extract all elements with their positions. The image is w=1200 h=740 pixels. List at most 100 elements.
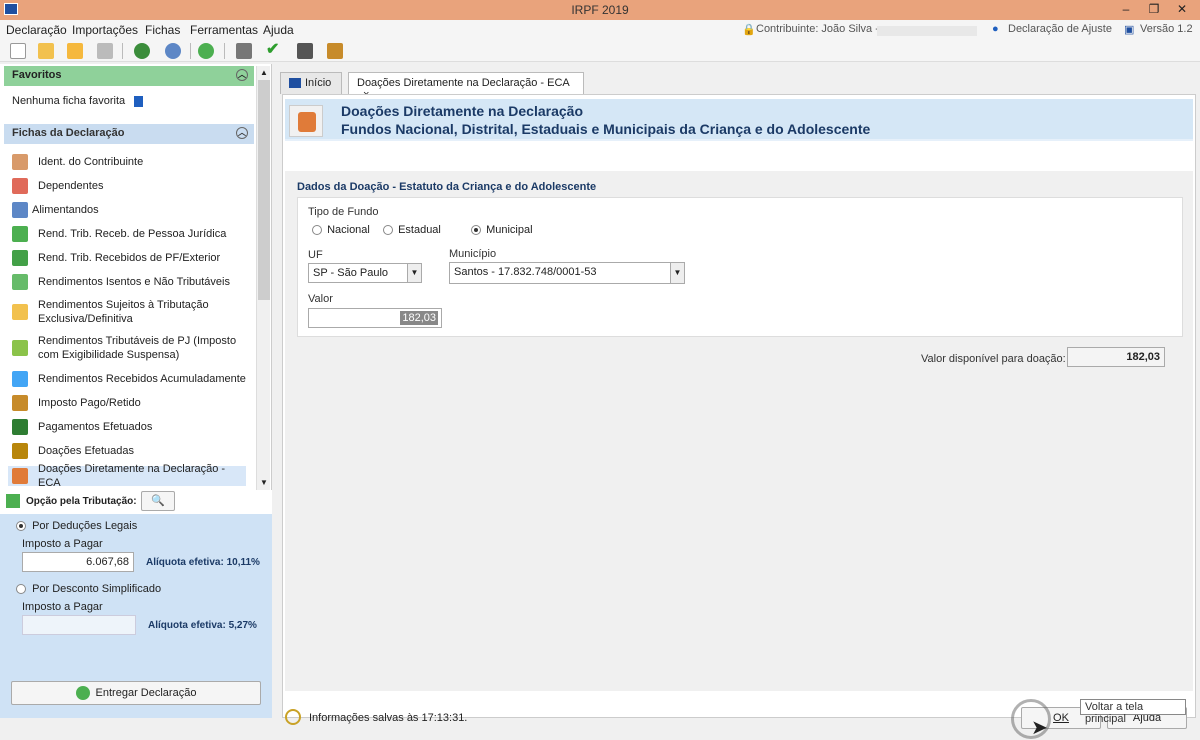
lock-icon: 🔒 bbox=[742, 24, 756, 36]
income-pj-icon bbox=[12, 226, 28, 242]
imposto-pagar-simplificado bbox=[22, 615, 136, 635]
menu-ajuda[interactable]: Ajuda bbox=[263, 23, 294, 37]
deducoes-option[interactable]: Por Deduções Legais bbox=[16, 520, 137, 532]
valor-disponivel-value: 182,03 bbox=[1067, 347, 1165, 367]
scroll-down-icon[interactable]: ▼ bbox=[257, 476, 271, 490]
transmit-icon[interactable] bbox=[165, 43, 181, 59]
deducoes-radio[interactable] bbox=[16, 521, 26, 532]
sidebar-item-rend-acumulado[interactable]: Rendimentos Recebidos Acumuladamente bbox=[12, 371, 252, 387]
imposto-pagar-deducoes: 6.067,68 bbox=[22, 552, 134, 572]
sidebar-item-rend-isentos[interactable]: Rendimentos Isentos e Não Tributáveis bbox=[12, 274, 252, 290]
deducoes-label: Por Deduções Legais bbox=[32, 520, 138, 532]
new-file-icon[interactable] bbox=[10, 43, 26, 59]
scroll-up-icon[interactable]: ▲ bbox=[257, 66, 271, 80]
declaracao-tipo[interactable]: Declaração de Ajuste bbox=[1008, 23, 1112, 35]
eca-donation-icon bbox=[12, 468, 28, 484]
warning-doc-icon bbox=[12, 304, 28, 320]
fichas-title: Fichas da Declaração bbox=[12, 127, 125, 139]
entregar-label: Entregar Declaração bbox=[95, 687, 197, 699]
menu-ferramentas[interactable]: Ferramentas bbox=[190, 23, 258, 37]
receita-icon[interactable] bbox=[134, 43, 150, 59]
contribuinte-label: Contribuinte: João Silva - bbox=[756, 23, 879, 35]
simplificado-label: Por Desconto Simplificado bbox=[32, 583, 162, 595]
sidebar-item-pagamentos[interactable]: Pagamentos Efetuados bbox=[12, 419, 252, 435]
option-nacional[interactable]: Nacional bbox=[312, 224, 370, 236]
sidebar-item-rend-pj[interactable]: Rend. Trib. Receb. de Pessoa Jurídica bbox=[12, 226, 252, 242]
open-folder-icon[interactable] bbox=[38, 43, 54, 59]
option-estadual[interactable]: Estadual bbox=[383, 224, 441, 236]
nacional-radio[interactable] bbox=[312, 225, 322, 236]
sidebar-item-label: Doações Efetuadas bbox=[38, 445, 135, 457]
chevron-down-icon[interactable]: ▼ bbox=[670, 263, 684, 283]
fichas-header[interactable]: Fichas da Declaração ︿ bbox=[4, 124, 254, 144]
favoritos-title: Favoritos bbox=[12, 69, 62, 81]
menu-bar: Declaração Importações Fichas Ferramenta… bbox=[0, 20, 1200, 40]
menu-fichas[interactable]: Fichas bbox=[145, 23, 180, 37]
sidebar-item-alimentandos[interactable]: Alimentandos bbox=[12, 202, 252, 218]
maximize-button[interactable]: ❐ bbox=[1140, 0, 1168, 20]
sidebar-item-label: Pagamentos Efetuados bbox=[38, 421, 153, 433]
sidebar-item-dependentes[interactable]: Dependentes bbox=[12, 178, 252, 194]
aliquota-deducoes: Alíquota efetiva: 10,11% bbox=[146, 557, 260, 568]
print-icon[interactable] bbox=[236, 43, 252, 59]
scroll-thumb[interactable] bbox=[258, 80, 270, 300]
municipal-radio[interactable] bbox=[471, 225, 481, 236]
check-icon[interactable]: ✔ bbox=[266, 42, 282, 59]
sidebar-item-rend-exclusiva[interactable]: Rendimentos Sujeitos à Tributação Exclus… bbox=[12, 298, 252, 326]
sidebar-item-imposto-pago[interactable]: Imposto Pago/Retido bbox=[12, 395, 252, 411]
sidebar-item-label: Ident. do Contribuinte bbox=[38, 156, 144, 168]
tab-inicio[interactable]: Início bbox=[280, 72, 342, 94]
form-area: Dados da Doação - Estatuto da Criança e … bbox=[285, 171, 1193, 691]
sidebar-item-ident-contribuinte[interactable]: Ident. do Contribuinte bbox=[12, 154, 252, 170]
municipio-value: Santos - 17.832.748/0001-53 bbox=[454, 266, 597, 278]
collapse-up-icon[interactable]: ︿ bbox=[236, 127, 248, 139]
tributacao-title: Opção pela Tributação: bbox=[26, 496, 137, 507]
tributacao-panel: Opção pela Tributação: 🔍 Por Deduções Le… bbox=[0, 490, 272, 718]
darf-icon[interactable] bbox=[327, 43, 343, 59]
sidebar-item-label: Rend. Trib. Receb. de Pessoa Jurídica bbox=[38, 228, 227, 240]
donation-icon bbox=[12, 443, 28, 459]
municipio-select[interactable]: Santos - 17.832.748/0001-53 ▼ bbox=[449, 262, 685, 284]
municipio-label: Município bbox=[449, 248, 497, 260]
trash-icon[interactable] bbox=[97, 43, 113, 59]
tooltip: Voltar a tela principal bbox=[1080, 699, 1186, 725]
simplificado-radio[interactable] bbox=[16, 584, 26, 595]
search-button[interactable]: 🔍 bbox=[141, 491, 175, 511]
bookmark-icon bbox=[134, 95, 144, 107]
minimize-button[interactable]: – bbox=[1112, 0, 1140, 20]
sidebar-item-label: Alimentandos bbox=[32, 204, 99, 216]
tab-doacoes-eca[interactable]: Doações Diretamente na Declaração - ECA … bbox=[348, 72, 584, 101]
folder-icon[interactable] bbox=[67, 43, 83, 59]
favoritos-header[interactable]: Favoritos ︿ bbox=[4, 66, 254, 86]
title-bar: IRPF 2019 – ❐ ✕ bbox=[0, 0, 1200, 20]
uf-value: SP - São Paulo bbox=[313, 267, 389, 279]
group-icon bbox=[12, 202, 28, 218]
entregar-declaracao-button[interactable]: Entregar Declaração bbox=[11, 681, 261, 705]
page-title: Doações Diretamente na Declaração bbox=[341, 103, 583, 119]
valor-input[interactable]: 182,03 bbox=[308, 308, 442, 328]
uf-select[interactable]: SP - São Paulo ▼ bbox=[308, 263, 422, 283]
versao-label[interactable]: Versão 1.2 bbox=[1140, 23, 1193, 35]
form-box: Tipo de Fundo Nacional Estadual Municipa… bbox=[297, 197, 1183, 337]
option-municipal[interactable]: Municipal bbox=[471, 224, 533, 236]
tributacao-header: Opção pela Tributação: 🔍 bbox=[0, 490, 272, 514]
sidebar-item-label: Rendimentos Isentos e Não Tributáveis bbox=[38, 276, 230, 288]
globe-icon[interactable] bbox=[198, 43, 214, 59]
sidebar-scrollbar[interactable]: ▲ ▼ bbox=[256, 66, 270, 490]
section-title: Dados da Doação - Estatuto da Criança e … bbox=[297, 181, 597, 193]
toolbar-separator bbox=[122, 43, 123, 59]
simplificado-option[interactable]: Por Desconto Simplificado bbox=[16, 583, 161, 595]
menu-declaracao[interactable]: Declaração bbox=[6, 23, 67, 37]
menu-importacoes[interactable]: Importações bbox=[72, 23, 138, 37]
estadual-radio[interactable] bbox=[383, 225, 393, 236]
calculator-icon[interactable] bbox=[297, 43, 313, 59]
collapse-up-icon[interactable]: ︿ bbox=[236, 69, 248, 81]
close-button[interactable]: ✕ bbox=[1168, 0, 1196, 20]
sidebar-item-rend-pf[interactable]: Rend. Trib. Recebidos de PF/Exterior bbox=[12, 250, 252, 266]
favoritos-empty: Nenhuma ficha favorita bbox=[12, 95, 144, 107]
chevron-down-icon[interactable]: ▼ bbox=[407, 264, 421, 282]
window-title: IRPF 2019 bbox=[571, 3, 629, 17]
sidebar-item-doacoes-eca[interactable]: Doações Diretamente na Declaração - ECA bbox=[8, 463, 246, 489]
sidebar-item-rend-suspensa[interactable]: Rendimentos Tributáveis de PJ (Imposto c… bbox=[12, 334, 252, 362]
sidebar-item-doacoes[interactable]: Doações Efetuadas bbox=[12, 443, 252, 459]
